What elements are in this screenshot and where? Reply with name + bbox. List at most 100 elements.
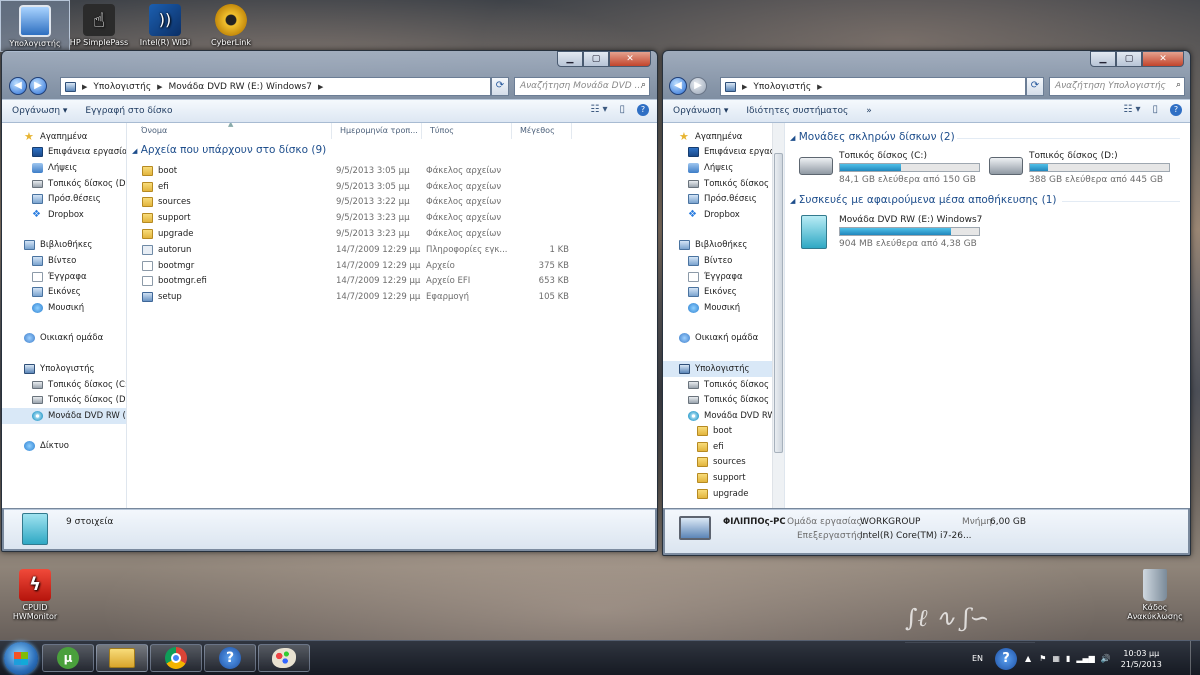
minimize-button[interactable]: ▁ xyxy=(557,51,583,67)
nav-item-disk-d[interactable]: Τοπικός δίσκος ( xyxy=(663,392,784,408)
column-header-type[interactable]: Τύπος xyxy=(422,123,512,139)
scrollbar-thumb[interactable] xyxy=(774,153,783,453)
forward-button[interactable]: ▶ xyxy=(689,77,707,95)
nav-item-dvd[interactable]: Μονάδα DVD RW xyxy=(663,408,784,424)
file-row[interactable]: boot 9/5/2013 3:05 μμ Φάκελος αρχείων xyxy=(128,163,657,179)
nav-item-disk-c[interactable]: Τοπικός δίσκος ( xyxy=(663,377,784,393)
nav-item-dropbox[interactable]: ❖ Dropbox xyxy=(663,207,784,223)
power-icon[interactable]: ▮ xyxy=(1066,654,1070,663)
refresh-button[interactable]: ⟳ xyxy=(491,77,509,96)
preview-pane-icon[interactable]: ▯ xyxy=(619,104,625,116)
help-tray-icon[interactable]: ? xyxy=(995,647,1018,670)
nav-item-recent[interactable]: Πρόσ.θέσεις xyxy=(663,191,784,207)
nav-homegroup[interactable]: Οικιακή ομάδα xyxy=(2,331,126,347)
refresh-button[interactable]: ⟳ xyxy=(1026,77,1044,96)
organize-button[interactable]: Οργάνωση ▾ xyxy=(12,106,67,116)
nav-item-local-disk[interactable]: Τοπικός δίσκος ( xyxy=(663,176,784,192)
desktop-icon-intel-widi[interactable]: )) Intel(R) WiDi xyxy=(130,0,200,47)
nav-favorites[interactable]: ★ Αγαπημένα xyxy=(663,129,784,145)
column-header-date[interactable]: Ημερομηνία τροπ... xyxy=(332,123,422,139)
title-bar[interactable]: ▁ ▢ ✕ xyxy=(663,51,1190,73)
file-row[interactable]: upgrade 9/5/2013 3:23 μμ Φάκελος αρχείων xyxy=(128,226,657,242)
nav-item-pictures[interactable]: Εικόνες xyxy=(2,284,126,300)
nav-item-disk-c[interactable]: Τοπικός δίσκος (C:) xyxy=(2,377,126,393)
nav-item-videos[interactable]: Βίντεο xyxy=(663,253,784,269)
nav-item-dvd-selected[interactable]: Μονάδα DVD RW (E xyxy=(2,407,126,424)
drive-tile-c[interactable]: Τοπικός δίσκος (C:) 84,1 GB ελεύθερα από… xyxy=(799,149,989,185)
taskbar-chrome[interactable] xyxy=(150,644,202,672)
drive-tile-d[interactable]: Τοπικός δίσκος (D:) 388 GB ελεύθερα από … xyxy=(989,149,1179,185)
desktop-icon-computer[interactable]: Υπολογιστής xyxy=(0,0,70,52)
nav-item-folder-boot[interactable]: boot xyxy=(663,424,784,440)
maximize-button[interactable]: ▢ xyxy=(1116,51,1142,67)
start-button[interactable] xyxy=(4,642,38,675)
nav-item-music[interactable]: Μουσική xyxy=(2,300,126,316)
file-row[interactable]: bootmgr.efi 14/7/2009 12:29 μμ Αρχείο EFI 6… xyxy=(128,274,657,290)
nav-computer-selected[interactable]: Υπολογιστής xyxy=(663,361,784,377)
taskbar-paint[interactable] xyxy=(258,644,310,672)
system-properties-button[interactable]: Ιδιότητες συστήματος xyxy=(746,106,848,116)
file-row[interactable]: autorun 14/7/2009 12:29 μμ Πληροφορίες εγκ… xyxy=(128,242,657,258)
nav-item-downloads[interactable]: Λήψεις xyxy=(663,160,784,176)
nav-libraries[interactable]: Βιβλιοθήκες xyxy=(663,238,784,254)
show-desktop-button[interactable] xyxy=(1190,641,1200,675)
back-button[interactable]: ◀ xyxy=(669,77,687,95)
clock[interactable]: 10:03 μμ 21/5/2013 xyxy=(1121,648,1162,670)
nav-item-documents[interactable]: Έγγραφα xyxy=(663,269,784,285)
search-input[interactable]: Αναζήτηση Υπολογιστής ⌕ xyxy=(1049,77,1185,96)
back-button[interactable]: ◀ xyxy=(9,77,27,95)
breadcrumb-computer[interactable]: Υπολογιστής xyxy=(93,82,151,92)
tray-app-icon[interactable]: ▦ xyxy=(1052,654,1060,663)
more-commands-button[interactable]: » xyxy=(866,106,872,116)
help-icon[interactable]: ? xyxy=(637,104,649,116)
volume-icon[interactable]: 🔊 xyxy=(1101,654,1111,663)
file-row[interactable]: support 9/5/2013 3:23 μμ Φάκελος αρχείων xyxy=(128,210,657,226)
nav-scrollbar[interactable] xyxy=(772,123,784,508)
taskbar-help[interactable]: ? xyxy=(204,644,256,672)
action-center-flag-icon[interactable]: ⚑ xyxy=(1039,654,1046,663)
nav-item-folder-sources[interactable]: sources xyxy=(663,455,784,471)
close-button[interactable]: ✕ xyxy=(609,51,651,67)
group-header-removable[interactable]: ◢ Συσκευές με αφαιρούμενα μέσα αποθήκευσ… xyxy=(790,194,1057,206)
file-row[interactable]: setup 14/7/2009 12:29 μμ Εφαρμογή 105 KB xyxy=(128,289,657,305)
organize-button[interactable]: Οργάνωση ▾ xyxy=(673,106,728,116)
nav-item-local-disk-d[interactable]: Τοπικός δίσκος (D) xyxy=(2,176,126,192)
search-input[interactable]: Αναζήτηση Μονάδα DVD ... ⌕ xyxy=(514,77,650,96)
desktop-icon-cpuid[interactable]: ϟ CPUID HWMonitor xyxy=(0,565,70,621)
breadcrumb-dvd[interactable]: Μονάδα DVD RW (E:) Windows7 xyxy=(169,82,312,92)
nav-item-disk-d[interactable]: Τοπικός δίσκος (D:) xyxy=(2,392,126,408)
column-header-name[interactable]: Όνομα xyxy=(133,123,332,139)
desktop-icon-recycle-bin[interactable]: Κάδος Ανακύκλωσης xyxy=(1120,565,1190,621)
taskbar-utorrent[interactable]: µ xyxy=(42,644,94,672)
nav-item-recent[interactable]: Πρόσ.θέσεις xyxy=(2,191,126,207)
close-button[interactable]: ✕ xyxy=(1142,51,1184,67)
group-header-hdd[interactable]: ◢ Μονάδες σκληρών δίσκων (2) xyxy=(790,131,955,143)
nav-item-folder-efi[interactable]: efi xyxy=(663,439,784,455)
show-hidden-icons-icon[interactable]: ▲ xyxy=(1025,654,1031,663)
title-bar[interactable]: ▁ ▢ ✕ xyxy=(2,51,657,73)
drive-tile-dvd[interactable]: Μονάδα DVD RW (E:) Windows7 904 MB ελεύθ… xyxy=(799,213,989,253)
taskbar-explorer[interactable] xyxy=(96,644,148,672)
nav-item-documents[interactable]: Έγγραφα xyxy=(2,269,126,285)
nav-network[interactable]: Δίκτυο xyxy=(2,439,126,455)
nav-item-folder-support[interactable]: support xyxy=(663,470,784,486)
breadcrumb-computer[interactable]: Υπολογιστής xyxy=(753,82,811,92)
nav-favorites[interactable]: ★ Αγαπημένα xyxy=(2,129,126,145)
column-header-size[interactable]: Μέγεθος xyxy=(512,123,572,139)
file-row[interactable]: sources 9/5/2013 3:22 μμ Φάκελος αρχείων xyxy=(128,195,657,211)
help-icon[interactable]: ? xyxy=(1170,104,1182,116)
group-header[interactable]: ◢ Αρχεία που υπάρχουν στο δίσκο (9) xyxy=(132,144,326,156)
file-row[interactable]: efi 9/5/2013 3:05 μμ Φάκελος αρχείων xyxy=(128,179,657,195)
nav-homegroup[interactable]: Οικιακή ομάδα xyxy=(663,331,784,347)
network-icon[interactable]: ▂▄▆ xyxy=(1076,654,1094,663)
forward-button[interactable]: ▶ xyxy=(29,77,47,95)
preview-pane-icon[interactable]: ▯ xyxy=(1152,104,1158,116)
nav-item-dropbox[interactable]: ❖ Dropbox xyxy=(2,207,126,223)
desktop-icon-hp-simplepass[interactable]: ☝ HP SimplePass xyxy=(64,0,134,47)
nav-item-folder-upgrade[interactable]: upgrade xyxy=(663,486,784,502)
nav-item-downloads[interactable]: Λήψεις xyxy=(2,160,126,176)
nav-item-pictures[interactable]: Εικόνες xyxy=(663,284,784,300)
burn-to-disc-button[interactable]: Εγγραφή στο δίσκο xyxy=(85,106,172,116)
desktop-icon-cyberlink[interactable]: CyberLink xyxy=(196,0,266,47)
nav-item-videos[interactable]: Βίντεο xyxy=(2,253,126,269)
